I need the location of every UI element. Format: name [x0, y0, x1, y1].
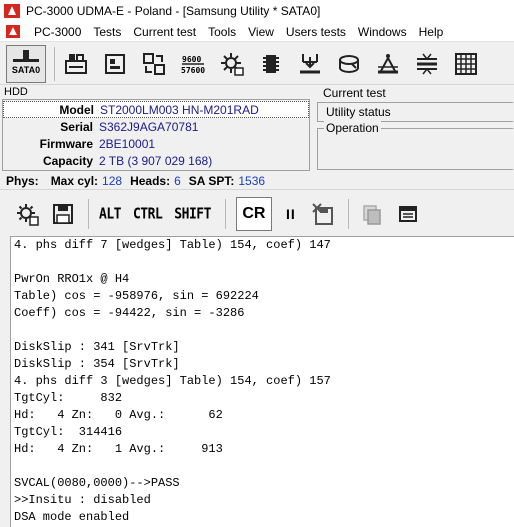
platter-icon[interactable] — [414, 51, 440, 77]
pause-button[interactable]: II — [286, 206, 296, 222]
max-cyl-value: 128 — [102, 173, 123, 188]
menu-tests[interactable]: Tests — [87, 25, 127, 39]
menu-logo-icon[interactable] — [6, 25, 20, 38]
log-line: Hd: 4 Zn: 0 Avg.: 62 — [14, 408, 223, 422]
toolbar-separator — [347, 199, 349, 229]
sata0-label: SATA0 — [11, 65, 41, 75]
cr-button[interactable]: CR — [235, 197, 272, 231]
main-toolbar: SATA0 9600 57600 — [0, 43, 514, 85]
utility-status: Utility status — [317, 102, 513, 122]
hdd-key: Model — [59, 102, 94, 117]
log-line: TgtCyl: 832 — [14, 391, 123, 405]
operation-box: Operation — [317, 121, 513, 170]
menu-tools[interactable]: Tools — [202, 25, 242, 39]
alt-key-button[interactable]: ALT — [99, 205, 121, 222]
log-line: Table) cos = -958976, sin = 692224 — [14, 289, 259, 303]
grid-table-icon[interactable] — [453, 51, 479, 77]
drive-info-icon[interactable] — [102, 51, 128, 77]
transfer-icon[interactable] — [141, 51, 167, 77]
utility-tool-icon[interactable] — [63, 51, 89, 77]
log-line: 4. phs diff 7 [wedges] Table) 154, coef)… — [14, 238, 331, 252]
menu-users-tests[interactable]: Users tests — [280, 25, 352, 39]
hdd-value: 2 TB (3 907 029 168) — [99, 153, 213, 168]
shift-key-button[interactable]: SHIFT — [174, 205, 211, 222]
sa-spt-value: 1536 — [238, 173, 266, 188]
hdd-key: Firmware — [39, 136, 93, 151]
hdd-value: ST2000LM003 HN-M201RAD — [100, 102, 259, 117]
baud-rate-icon[interactable]: 9600 57600 — [180, 51, 206, 77]
operation-label: Operation — [324, 121, 381, 135]
menu-windows[interactable]: Windows — [352, 25, 413, 39]
head-map-icon[interactable] — [375, 51, 401, 77]
hdd-row-serial[interactable]: Serial S362J9AGA70781 — [3, 118, 309, 135]
hdd-row-firmware[interactable]: Firmware 2BE10001 — [3, 135, 309, 152]
save-log-icon[interactable] — [50, 201, 76, 227]
max-cyl-label: Max cyl: — [50, 173, 99, 188]
toolbar-separator — [88, 199, 89, 229]
svg-text:57600: 57600 — [181, 66, 205, 75]
terminal-window-icon[interactable] — [395, 201, 421, 227]
heads-label: Heads: — [130, 173, 171, 188]
log-line: Coeff) cos = -94422, sin = -3286 — [14, 306, 245, 320]
hdd-value: 2BE10001 — [99, 136, 156, 151]
app-logo-icon — [4, 4, 20, 18]
sa-spt-label: SA SPT: — [188, 173, 235, 188]
toolbar-separator — [224, 199, 226, 229]
menu-current-test[interactable]: Current test — [127, 25, 202, 39]
log-line: >>Insitu : disabled — [14, 493, 151, 507]
hdd-panel: HDD ▸ Model ST2000LM003 HN-M201RAD Seria… — [0, 86, 313, 171]
log-line: Hd: 4 Zn: 1 Avg.: 913 — [14, 442, 223, 456]
menu-help[interactable]: Help — [413, 25, 450, 39]
log-line: 4. phs diff 3 [wedges] Table) 154, coef)… — [14, 374, 331, 388]
hdd-value: S362J9AGA70781 — [99, 119, 199, 134]
log-line: DSA mode enabled — [14, 510, 130, 524]
hdd-key: Capacity — [42, 153, 93, 168]
log-line: TgtCyl: 314416 — [14, 425, 123, 439]
menu-view[interactable]: View — [242, 25, 280, 39]
settings-gear-icon[interactable] — [219, 51, 245, 77]
stop-save-icon[interactable] — [310, 201, 336, 227]
sata0-port-button[interactable]: SATA0 — [6, 44, 46, 83]
disk-icon[interactable] — [336, 51, 362, 77]
ctrl-key-button[interactable]: CTRL — [133, 205, 163, 222]
log-line: DiskSlip : 354 [SrvTrk] — [14, 357, 180, 371]
svg-text:9600: 9600 — [182, 55, 201, 64]
window-title: PC-3000 UDMA-E - Poland - [Samsung Utili… — [26, 4, 321, 18]
hdd-panel-label: HDD — [4, 86, 28, 98]
menu-pc3000[interactable]: PC-3000 — [28, 25, 87, 39]
toolbar-separator — [54, 46, 55, 81]
sata-plug-icon — [13, 50, 39, 62]
copy-icon[interactable] — [359, 201, 385, 227]
log-line: PwrOn RRO1x @ H4 — [14, 272, 130, 286]
log-line: SVCAL(0080,0000)-->PASS — [14, 476, 180, 490]
gear-settings-icon[interactable] — [14, 201, 40, 227]
flash-down-icon[interactable] — [297, 51, 323, 77]
menu-bar: PC-3000 Tests Current test Tools View Us… — [0, 22, 514, 42]
log-line: DiskSlip : 341 [SrvTrk] — [14, 340, 180, 354]
heads-value: 6 — [174, 173, 181, 188]
current-test-label: Current test — [323, 86, 386, 100]
hdd-key: Serial — [60, 119, 93, 134]
hdd-row-model[interactable]: Model ST2000LM003 HN-M201RAD — [3, 101, 309, 118]
phys-bar: Phys: Max cyl: 128 Heads: 6 SA SPT: 1536 — [0, 172, 514, 190]
chip-icon[interactable] — [258, 51, 284, 77]
phys-label: Phys: — [6, 173, 39, 188]
hdd-row-capacity[interactable]: Capacity 2 TB (3 907 029 168) — [3, 152, 309, 169]
current-test-panel: Current test Utility status Operation — [315, 86, 514, 171]
terminal-toolbar: ALT CTRL SHIFT CR II — [0, 194, 514, 234]
title-bar: PC-3000 UDMA-E - Poland - [Samsung Utili… — [0, 0, 514, 22]
terminal-log[interactable]: 4. phs diff 7 [wedges] Table) 154, coef)… — [10, 236, 514, 527]
hdd-info-box: ▸ Model ST2000LM003 HN-M201RAD Serial S3… — [2, 99, 310, 171]
